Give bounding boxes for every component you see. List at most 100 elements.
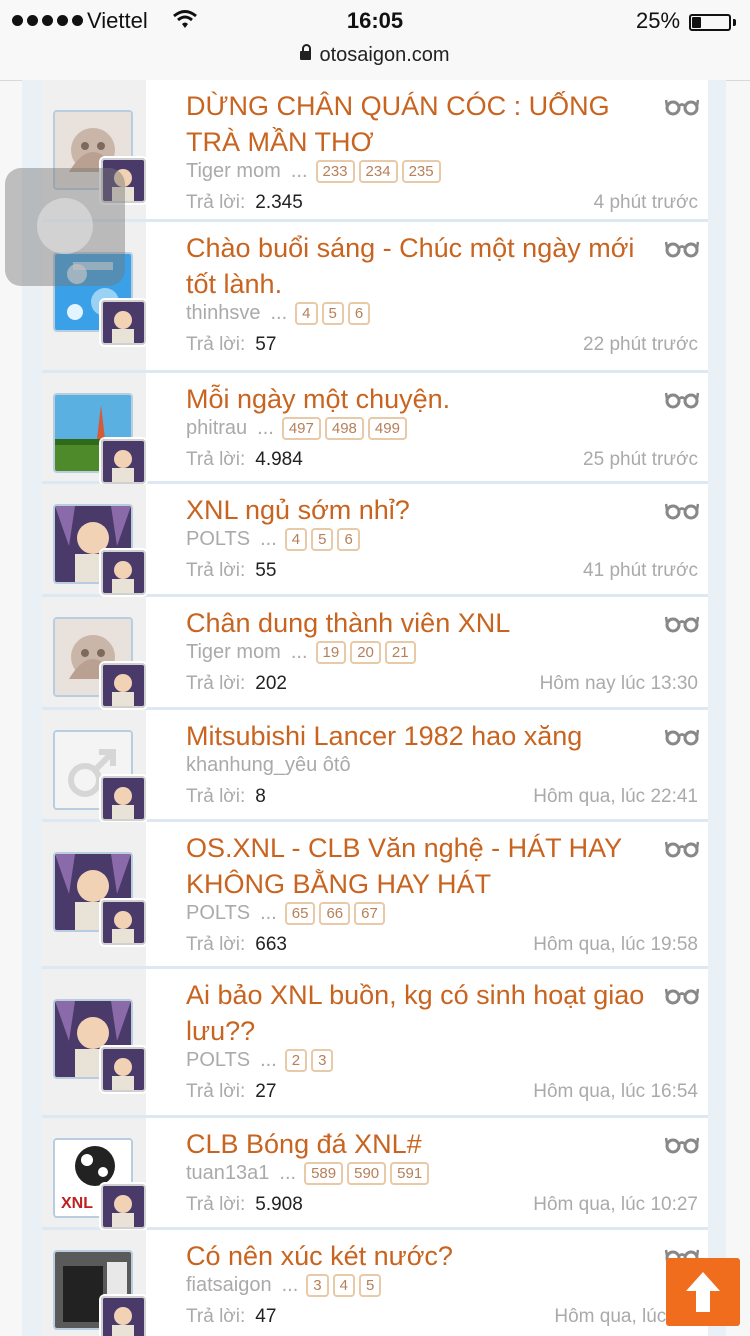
thread-title[interactable]: Mỗi ngày một chuyện. (186, 381, 656, 417)
thread-row[interactable]: XNL CLB Bóng đá XNL# tuan13a1... 589 590 591 T… (42, 1118, 708, 1230)
thread-starter-name[interactable]: Tiger mom (186, 160, 281, 183)
thread-title[interactable]: Chân dung thành viên XNL (186, 605, 656, 641)
last-post-time[interactable]: 25 phút trước (583, 449, 698, 471)
page-link[interactable]: 6 (337, 528, 360, 551)
page-link[interactable]: 590 (347, 1162, 387, 1185)
thread-title[interactable]: Có nên xúc két nước? (186, 1238, 656, 1274)
thread-row[interactable]: OS.XNL - CLB Văn nghệ - HÁT HAY KHÔNG BẰ… (42, 822, 708, 969)
thread-title[interactable]: DỪNG CHÂN QUÁN CÓC : UỐNG TRÀ MẦN THƠ (186, 88, 656, 160)
reply-count-label: Trả lời: (186, 673, 246, 694)
last-post-time[interactable]: Hôm qua, lúc 10:27 (533, 1194, 698, 1216)
thread-row[interactable]: Mỗi ngày một chuyện. phitrau... 497 498 499 T… (42, 373, 708, 484)
reply-count: Trả lời: 663 (186, 934, 287, 956)
last-poster-avatar[interactable] (101, 1047, 146, 1092)
page-link[interactable]: 3 (306, 1274, 329, 1297)
page-link[interactable]: 499 (367, 417, 407, 440)
page-link[interactable]: 589 (304, 1162, 344, 1185)
page-link[interactable]: 2 (284, 1049, 308, 1072)
page-link[interactable]: 67 (354, 902, 385, 925)
last-poster-avatar[interactable] (101, 1184, 146, 1229)
glasses-icon (665, 841, 699, 858)
page-link[interactable]: 498 (324, 417, 364, 440)
thread-title[interactable]: XNL ngủ sớm nhỉ? (186, 492, 656, 528)
last-poster-avatar[interactable] (101, 300, 146, 345)
glasses-icon (665, 729, 699, 746)
reply-count-value: 8 (255, 786, 266, 807)
page-link[interactable]: 234 (358, 160, 398, 183)
page-ellipsis: ... (260, 1049, 277, 1071)
glasses-icon (665, 241, 699, 258)
glasses-icon (665, 99, 699, 116)
assistive-touch-button[interactable] (5, 168, 125, 286)
thread-meta: Tiger mom... 19 20 21 (186, 641, 420, 664)
page-link[interactable]: 5 (311, 528, 334, 551)
page-link[interactable]: 4 (284, 528, 308, 551)
last-post-time[interactable]: Hôm qua, lúc 16:54 (533, 1081, 698, 1103)
reply-count-label: Trả lời: (186, 934, 246, 955)
last-post-time[interactable]: 22 phút trước (583, 334, 698, 356)
reply-count: Trả lời: 27 (186, 1081, 276, 1103)
page-ellipsis: ... (260, 528, 277, 550)
ios-status-bar: Viettel 16:05 25% otosaigon.com (0, 0, 750, 81)
svg-text:XNL: XNL (61, 1195, 93, 1212)
last-poster-avatar[interactable] (101, 776, 146, 821)
reply-count-label: Trả lời: (186, 1081, 246, 1102)
page-link[interactable]: 5 (321, 302, 344, 325)
thread-starter-name[interactable]: khanhung_yêu ôtô (186, 754, 351, 777)
thread-title[interactable]: OS.XNL - CLB Văn nghệ - HÁT HAY KHÔNG BẰ… (186, 830, 656, 902)
page-link[interactable]: 21 (384, 641, 416, 664)
page-link[interactable]: 65 (284, 902, 316, 925)
thread-row[interactable]: Chân dung thành viên XNL Tiger mom... 19 20… (42, 597, 708, 710)
thread-starter-name[interactable]: tuan13a1 (186, 1162, 269, 1185)
thread-row[interactable]: Chào buổi sáng - Chúc một ngày mới tốt l… (42, 222, 708, 373)
last-post-time[interactable]: 41 phút trước (583, 560, 698, 582)
last-poster-avatar[interactable] (101, 1296, 146, 1336)
thread-row[interactable]: DỪNG CHÂN QUÁN CÓC : UỐNG TRÀ MẦN THƠ Tig… (42, 80, 708, 222)
page-link[interactable]: 19 (315, 641, 347, 664)
page-ellipsis: ... (260, 902, 277, 924)
page-link[interactable]: 4 (332, 1274, 355, 1297)
thread-starter-name[interactable]: fiatsaigon (186, 1274, 272, 1297)
thread-row[interactable]: Có nên xúc két nước? fiatsaigon... 3 4 5 Trả … (42, 1230, 708, 1336)
page-link[interactable]: 6 (347, 302, 371, 325)
reply-count-label: Trả lời: (186, 192, 246, 213)
glasses-icon (665, 392, 699, 409)
page-link[interactable]: 497 (281, 417, 321, 440)
thread-starter-name[interactable]: Tiger mom (186, 641, 281, 664)
last-poster-avatar[interactable] (101, 439, 146, 484)
last-post-time[interactable]: 4 phút trước (594, 192, 698, 214)
thread-title[interactable]: Chào buổi sáng - Chúc một ngày mới tốt l… (186, 230, 656, 302)
thread-row[interactable]: Mitsubishi Lancer 1982 hao xăng khanhung_… (42, 710, 708, 822)
thread-row[interactable]: XNL ngủ sớm nhỉ? POLTS... 4 5 6 Trả lời: 55 41 … (42, 484, 708, 597)
address-bar[interactable]: otosaigon.com (0, 44, 750, 67)
last-post-time[interactable]: Hôm qua, lúc 19:58 (533, 934, 698, 956)
thread-meta: POLTS... 2 3 (186, 1049, 337, 1072)
last-poster-avatar[interactable] (101, 900, 146, 945)
reply-count-label: Trả lời: (186, 1194, 246, 1215)
thread-meta: tuan13a1... 589 590 591 (186, 1162, 433, 1185)
scroll-to-top-button[interactable] (666, 1258, 740, 1326)
lock-icon (300, 44, 312, 60)
thread-meta: POLTS... 65 66 67 (186, 902, 389, 925)
page-link[interactable]: 4 (295, 302, 318, 325)
page-link[interactable]: 591 (390, 1162, 430, 1185)
page-link[interactable]: 3 (311, 1049, 334, 1072)
last-poster-avatar[interactable] (101, 550, 146, 595)
page-link[interactable]: 235 (401, 160, 441, 183)
thread-starter-name[interactable]: POLTS (186, 1049, 250, 1072)
thread-starter-name[interactable]: POLTS (186, 528, 250, 551)
thread-title[interactable]: Mitsubishi Lancer 1982 hao xăng (186, 718, 656, 754)
page-link[interactable]: 20 (350, 641, 381, 664)
thread-starter-name[interactable]: POLTS (186, 902, 250, 925)
last-poster-avatar[interactable] (101, 663, 146, 708)
thread-title[interactable]: Ai bảo XNL buồn, kg có sinh hoạt giao lư… (186, 977, 656, 1049)
last-post-time[interactable]: Hôm qua, lúc 22:41 (533, 786, 698, 808)
thread-title[interactable]: CLB Bóng đá XNL# (186, 1126, 656, 1162)
page-link[interactable]: 66 (319, 902, 351, 925)
thread-starter-name[interactable]: thinhsve (186, 302, 261, 325)
thread-row[interactable]: Ai bảo XNL buồn, kg có sinh hoạt giao lư… (42, 969, 708, 1118)
page-link[interactable]: 233 (315, 160, 355, 183)
page-link[interactable]: 5 (358, 1274, 382, 1297)
thread-starter-name[interactable]: phitrau (186, 417, 247, 440)
last-post-time[interactable]: Hôm nay lúc 13:30 (540, 673, 698, 695)
